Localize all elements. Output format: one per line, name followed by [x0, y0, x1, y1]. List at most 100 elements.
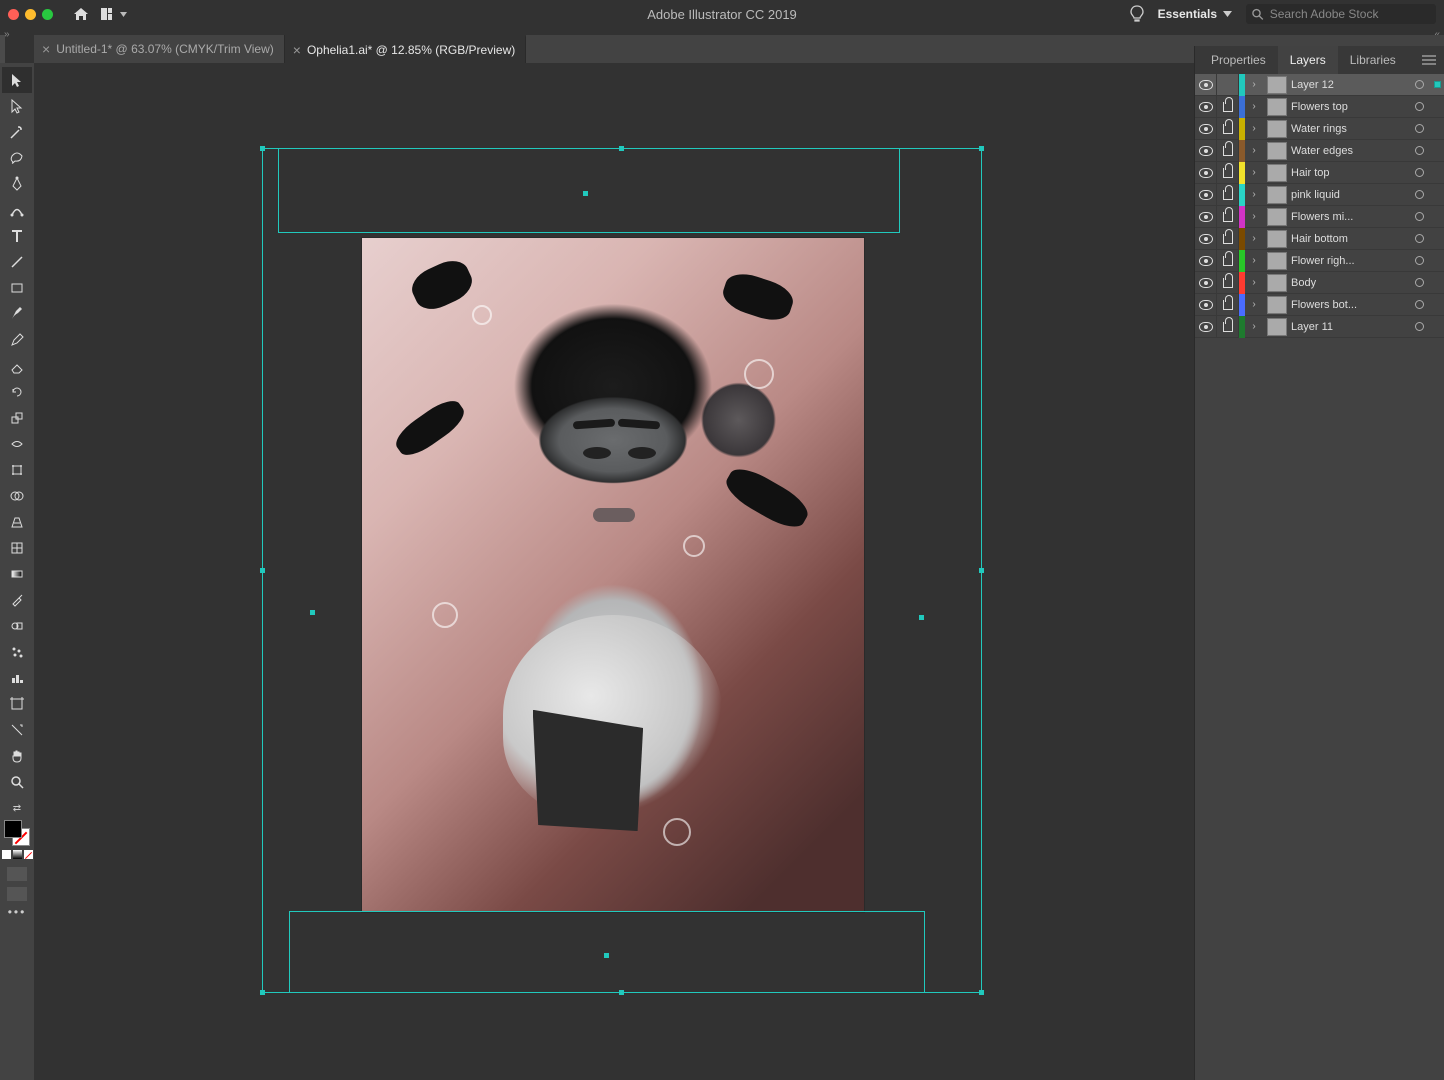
target-icon[interactable]	[1408, 80, 1430, 89]
search-box[interactable]	[1246, 4, 1436, 24]
lock-toggle[interactable]	[1217, 140, 1239, 162]
pen-tool[interactable]	[2, 171, 32, 197]
visibility-toggle[interactable]	[1195, 118, 1217, 140]
layer-row[interactable]: ›Body	[1195, 272, 1444, 294]
visibility-toggle[interactable]	[1195, 294, 1217, 316]
color-mode[interactable]	[2, 850, 11, 859]
rotate-tool[interactable]	[2, 379, 32, 405]
document-tab[interactable]: × Untitled-1* @ 63.07% (CMYK/Trim View)	[34, 35, 285, 63]
layer-thumbnail[interactable]	[1267, 76, 1287, 94]
target-icon[interactable]	[1408, 190, 1430, 199]
disclosure-icon[interactable]: ›	[1245, 206, 1263, 228]
canvas[interactable]	[34, 63, 1194, 1080]
disclosure-icon[interactable]: ›	[1245, 250, 1263, 272]
lock-toggle[interactable]	[1217, 294, 1239, 316]
fill-stroke-swatch[interactable]	[4, 820, 30, 846]
target-icon[interactable]	[1408, 278, 1430, 287]
workspace-switcher[interactable]: Essentials	[1158, 7, 1232, 21]
layer-thumbnail[interactable]	[1267, 120, 1287, 138]
lock-toggle[interactable]	[1217, 184, 1239, 206]
layer-thumbnail[interactable]	[1267, 186, 1287, 204]
target-icon[interactable]	[1408, 322, 1430, 331]
none-mode[interactable]	[24, 850, 33, 859]
resize-handle[interactable]	[260, 146, 265, 151]
search-input[interactable]	[1270, 7, 1430, 21]
tab-libraries[interactable]: Libraries	[1338, 46, 1408, 74]
visibility-toggle[interactable]	[1195, 206, 1217, 228]
rectangle-tool[interactable]	[2, 275, 32, 301]
blend-tool[interactable]	[2, 613, 32, 639]
zoom-tool[interactable]	[2, 769, 32, 795]
target-icon[interactable]	[1408, 146, 1430, 155]
visibility-toggle[interactable]	[1195, 184, 1217, 206]
layer-name[interactable]: Hair top	[1291, 167, 1408, 179]
layer-name[interactable]: Water edges	[1291, 145, 1408, 157]
anchor-point[interactable]	[604, 953, 609, 958]
width-tool[interactable]	[2, 431, 32, 457]
target-icon[interactable]	[1408, 234, 1430, 243]
screen-mode[interactable]	[7, 887, 27, 901]
perspective-tool[interactable]	[2, 509, 32, 535]
disclosure-icon[interactable]: ›	[1245, 228, 1263, 250]
layer-thumbnail[interactable]	[1267, 274, 1287, 292]
edit-toolbar-icon[interactable]: •••	[8, 905, 27, 919]
layer-name[interactable]: Water rings	[1291, 123, 1408, 135]
disclosure-icon[interactable]: ›	[1245, 96, 1263, 118]
lock-toggle[interactable]	[1217, 228, 1239, 250]
layer-name[interactable]: Flowers top	[1291, 101, 1408, 113]
target-icon[interactable]	[1408, 212, 1430, 221]
visibility-toggle[interactable]	[1195, 140, 1217, 162]
lock-toggle[interactable]	[1217, 316, 1239, 338]
resize-handle[interactable]	[979, 990, 984, 995]
visibility-toggle[interactable]	[1195, 228, 1217, 250]
disclosure-icon[interactable]: ›	[1245, 162, 1263, 184]
document-tab[interactable]: × Ophelia1.ai* @ 12.85% (RGB/Preview)	[285, 35, 526, 63]
pencil-tool[interactable]	[2, 327, 32, 353]
learn-icon[interactable]	[1130, 5, 1144, 23]
anchor-point[interactable]	[583, 191, 588, 196]
disclosure-icon[interactable]: ›	[1245, 294, 1263, 316]
lock-toggle[interactable]	[1217, 272, 1239, 294]
layer-name[interactable]: Hair bottom	[1291, 233, 1408, 245]
layer-row[interactable]: › Hair top	[1195, 162, 1444, 184]
close-icon[interactable]: ×	[293, 42, 301, 58]
magic-wand-tool[interactable]	[2, 119, 32, 145]
resize-handle[interactable]	[260, 990, 265, 995]
curvature-tool[interactable]	[2, 197, 32, 223]
artboard-tool[interactable]	[2, 691, 32, 717]
layer-name[interactable]: pink liquid	[1291, 189, 1408, 201]
lock-toggle[interactable]	[1217, 118, 1239, 140]
lock-toggle[interactable]	[1217, 250, 1239, 272]
layer-row[interactable]: ›Flower righ...	[1195, 250, 1444, 272]
layer-thumbnail[interactable]	[1267, 296, 1287, 314]
direct-selection-tool[interactable]	[2, 93, 32, 119]
gradient-mode[interactable]	[13, 850, 22, 859]
layer-row[interactable]: › Flowers mi...	[1195, 206, 1444, 228]
layer-thumbnail[interactable]	[1267, 230, 1287, 248]
window-minimize[interactable]	[25, 9, 36, 20]
layer-thumbnail[interactable]	[1267, 252, 1287, 270]
visibility-toggle[interactable]	[1195, 162, 1217, 184]
layer-name[interactable]: Flowers mi...	[1291, 211, 1408, 223]
resize-handle[interactable]	[260, 568, 265, 573]
disclosure-icon[interactable]: ›	[1245, 316, 1263, 338]
visibility-toggle[interactable]	[1195, 96, 1217, 118]
tab-properties[interactable]: Properties	[1199, 46, 1278, 74]
window-maximize[interactable]	[42, 9, 53, 20]
layer-thumbnail[interactable]	[1267, 142, 1287, 160]
target-icon[interactable]	[1408, 168, 1430, 177]
anchor-point[interactable]	[310, 610, 315, 615]
hand-tool[interactable]	[2, 743, 32, 769]
visibility-toggle[interactable]	[1195, 316, 1217, 338]
disclosure-icon[interactable]: ›	[1245, 184, 1263, 206]
type-tool[interactable]	[2, 223, 32, 249]
layer-row[interactable]: ›Water rings	[1195, 118, 1444, 140]
layer-thumbnail[interactable]	[1267, 164, 1287, 182]
visibility-toggle[interactable]	[1195, 74, 1217, 96]
lock-toggle[interactable]	[1217, 206, 1239, 228]
brush-tool[interactable]	[2, 301, 32, 327]
disclosure-icon[interactable]: ›	[1245, 74, 1263, 96]
layer-name[interactable]: Body	[1291, 277, 1408, 289]
resize-handle[interactable]	[979, 146, 984, 151]
window-close[interactable]	[8, 9, 19, 20]
